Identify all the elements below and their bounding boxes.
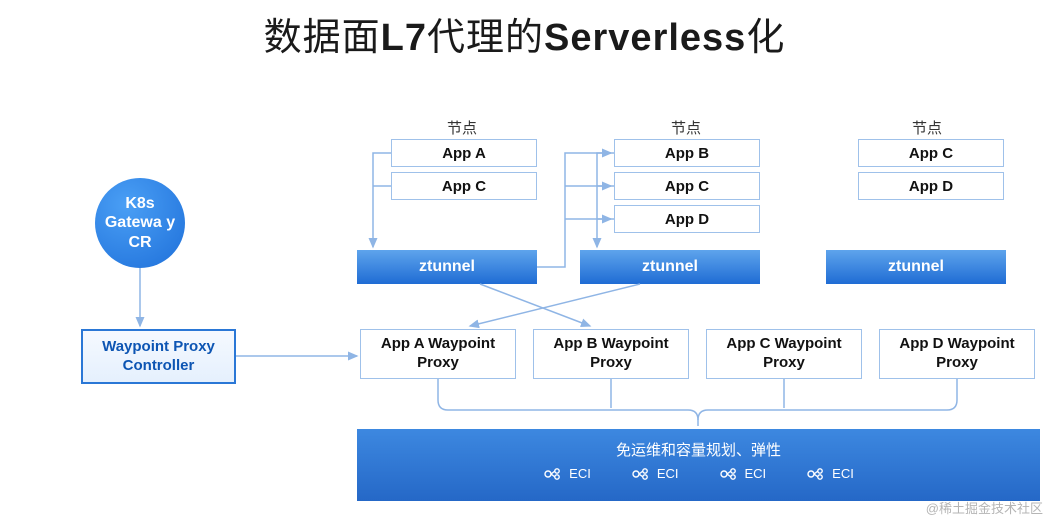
eci-label: ECI [832,466,854,481]
eci-item: ECI [631,466,679,481]
watermark: @稀土掘金技术社区 [926,498,1043,517]
waypoint-proxy-box: App B Waypoint Proxy [533,329,689,379]
eci-label: ECI [657,466,679,481]
node-label-3: 节点 [877,117,977,138]
app-box: App D [614,205,760,233]
k8s-gateway-cr-circle: K8s Gatewa y CR [95,178,185,268]
diagram-title: 数据面L7代理的Serverless化 [0,6,1049,61]
bottom-text: 免运维和容量规划、弹性 [357,439,1040,460]
cluster-icon [631,467,651,481]
app-box: App C [858,139,1004,167]
eci-item: ECI [719,466,767,481]
eci-label: ECI [745,466,767,481]
app-box: App A [391,139,537,167]
node-label-1: 节点 [412,117,512,138]
waypoint-proxy-box: App C Waypoint Proxy [706,329,862,379]
eci-item: ECI [543,466,591,481]
app-box: App C [391,172,537,200]
cluster-icon [806,467,826,481]
cluster-icon [719,467,739,481]
eci-item: ECI [806,466,854,481]
waypoint-proxy-box: App A Waypoint Proxy [360,329,516,379]
app-box: App D [858,172,1004,200]
ztunnel-box: ztunnel [357,250,537,284]
waypoint-proxy-controller-box: Waypoint Proxy Controller [81,329,236,384]
cluster-icon [543,467,563,481]
node-label-2: 节点 [636,117,736,138]
ztunnel-box: ztunnel [826,250,1006,284]
eci-label: ECI [569,466,591,481]
ztunnel-box: ztunnel [580,250,760,284]
serverless-platform-panel: 免运维和容量规划、弹性 ECI ECI ECI ECI [357,429,1040,501]
app-box: App C [614,172,760,200]
waypoint-proxy-box: App D Waypoint Proxy [879,329,1035,379]
app-box: App B [614,139,760,167]
eci-row: ECI ECI ECI ECI [357,466,1040,481]
